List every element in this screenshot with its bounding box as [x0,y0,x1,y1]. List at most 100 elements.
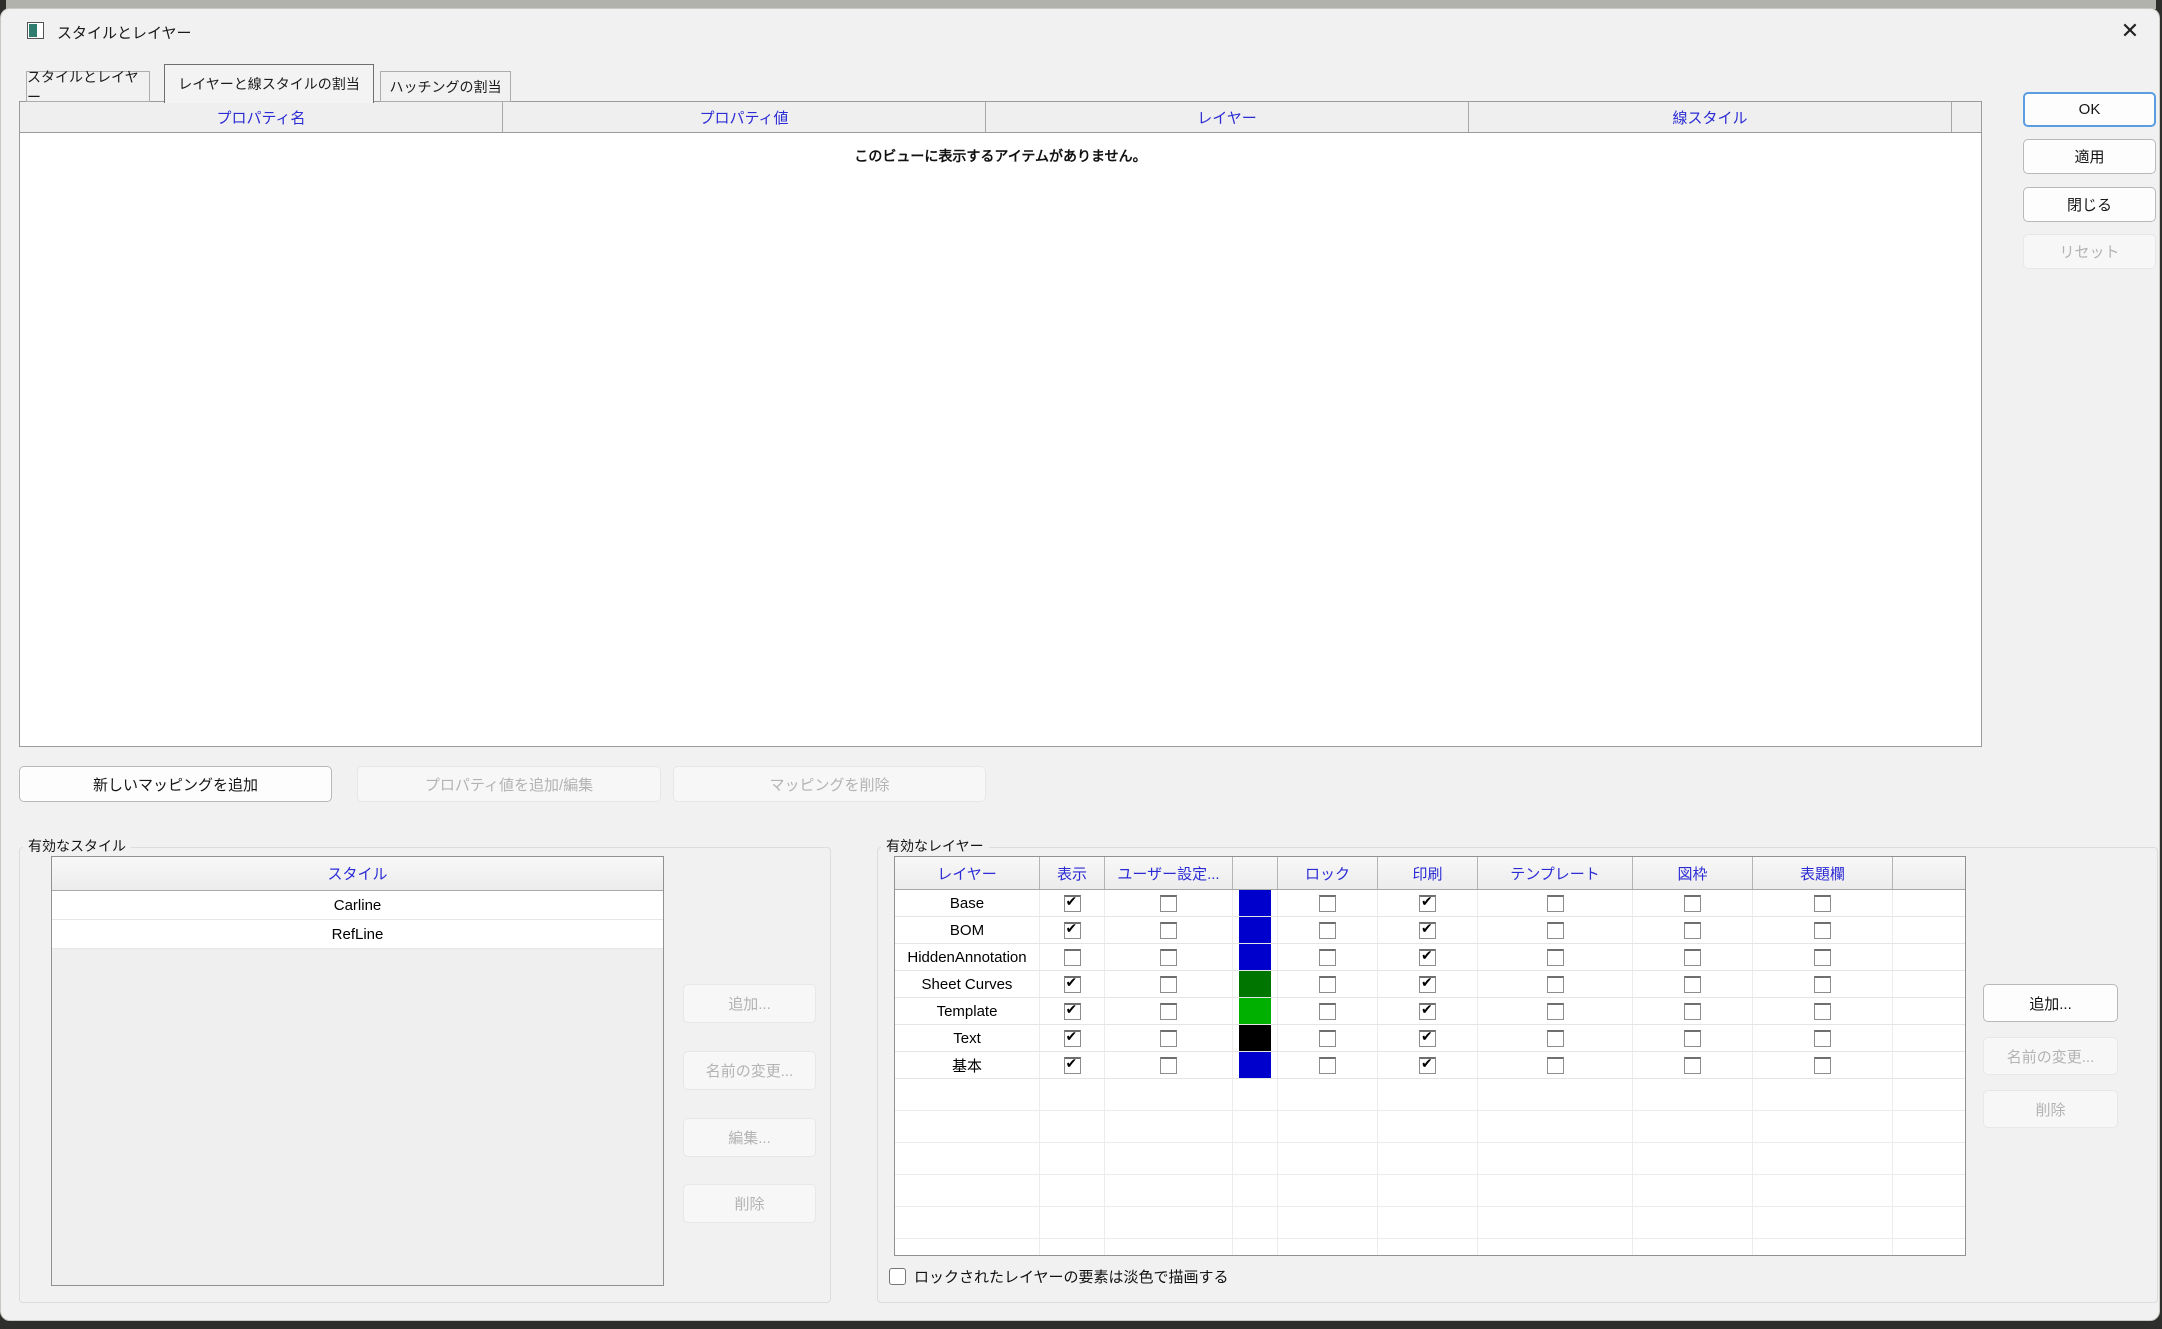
column-header-layer[interactable]: レイヤー [986,102,1469,132]
layer-visible-checkbox[interactable] [1064,976,1081,993]
column-header-property-value[interactable]: プロパティ値 [503,102,986,132]
layer-row[interactable]: Template [895,998,1965,1025]
layer-frame-checkbox[interactable] [1684,922,1701,939]
layer-title-block-checkbox[interactable] [1814,1030,1831,1047]
column-header-linestyle[interactable]: 線スタイル [1469,102,1952,132]
layers-column-header[interactable]: 印刷 [1378,857,1478,889]
layer-row[interactable]: Sheet Curves [895,971,1965,998]
styles-column-header[interactable]: スタイル [52,857,663,891]
layer-name: Text [895,1025,1040,1051]
layer-frame-checkbox[interactable] [1684,1003,1701,1020]
tab-hatching-assignment[interactable]: ハッチングの割当 [380,71,511,102]
layer-user-setting-checkbox[interactable] [1160,1003,1177,1020]
layer-frame-checkbox[interactable] [1684,976,1701,993]
layer-title-block-checkbox[interactable] [1814,976,1831,993]
layer-lock-checkbox[interactable] [1319,976,1336,993]
layer-row[interactable]: 基本 [895,1052,1965,1079]
layer-color-swatch[interactable] [1239,944,1271,970]
layer-visible-checkbox[interactable] [1064,1057,1081,1074]
layer-lock-checkbox[interactable] [1319,1057,1336,1074]
layer-user-setting-checkbox[interactable] [1160,976,1177,993]
layer-title-block-cell [1753,971,1893,997]
close-button[interactable]: 閉じる [2023,187,2156,222]
layer-print-checkbox[interactable] [1419,976,1436,993]
layer-visible-checkbox[interactable] [1064,922,1081,939]
layer-user-setting-checkbox[interactable] [1160,1057,1177,1074]
layer-color-swatch[interactable] [1239,1052,1271,1078]
layer-user-setting-checkbox[interactable] [1160,922,1177,939]
layers-column-header[interactable]: 図枠 [1633,857,1753,889]
layer-visible-checkbox[interactable] [1064,1030,1081,1047]
layer-visible-checkbox[interactable] [1064,895,1081,912]
layer-print-checkbox[interactable] [1419,1057,1436,1074]
layer-print-checkbox[interactable] [1419,895,1436,912]
layers-column-header[interactable]: ユーザー設定... [1105,857,1233,889]
layer-visible-checkbox[interactable] [1064,1003,1081,1020]
layer-title-block-checkbox[interactable] [1814,895,1831,912]
layer-title-block-checkbox[interactable] [1814,1003,1831,1020]
layer-template-checkbox[interactable] [1547,949,1564,966]
layer-visible-checkbox[interactable] [1064,949,1081,966]
column-header-property-name[interactable]: プロパティ名 [20,102,503,132]
layers-column-header[interactable] [1233,857,1278,889]
layer-frame-checkbox[interactable] [1684,949,1701,966]
layer-add-button[interactable]: 追加... [1983,984,2118,1022]
layer-frame-checkbox[interactable] [1684,895,1701,912]
layer-template-checkbox[interactable] [1547,1003,1564,1020]
layer-lock-checkbox[interactable] [1319,895,1336,912]
layer-color-cell [1233,917,1278,943]
layer-template-checkbox[interactable] [1547,895,1564,912]
ok-button[interactable]: OK [2023,92,2156,127]
layer-row[interactable]: BOM [895,917,1965,944]
layer-frame-cell [1633,917,1753,943]
layer-color-swatch[interactable] [1239,971,1271,997]
layer-color-cell [1233,1052,1278,1078]
layer-color-swatch[interactable] [1239,1025,1271,1051]
layer-template-checkbox[interactable] [1547,1030,1564,1047]
layer-lock-checkbox[interactable] [1319,1030,1336,1047]
layer-print-cell [1378,1025,1478,1051]
tab-layer-linestyle-assignment[interactable]: レイヤーと線スタイルの割当 [164,64,374,103]
layer-lock-cell [1278,917,1378,943]
layer-color-swatch[interactable] [1239,890,1271,916]
layer-lock-checkbox[interactable] [1319,949,1336,966]
layer-lock-checkbox[interactable] [1319,922,1336,939]
add-mapping-button[interactable]: 新しいマッピングを追加 [19,766,332,802]
layer-print-checkbox[interactable] [1419,1003,1436,1020]
layer-user-setting-checkbox[interactable] [1160,1030,1177,1047]
layer-color-swatch[interactable] [1239,998,1271,1024]
layer-template-checkbox[interactable] [1547,976,1564,993]
layer-row[interactable]: HiddenAnnotation [895,944,1965,971]
layer-frame-checkbox[interactable] [1684,1057,1701,1074]
layer-print-cell [1378,917,1478,943]
layer-template-checkbox[interactable] [1547,922,1564,939]
layer-template-checkbox[interactable] [1547,1057,1564,1074]
apply-button[interactable]: 適用 [2023,139,2156,174]
layers-table-header: レイヤー表示ユーザー設定... ロック印刷テンプレート図枠表題欄 [895,857,1965,890]
layers-column-header[interactable]: 表示 [1040,857,1105,889]
layer-user-setting-checkbox[interactable] [1160,949,1177,966]
layer-visible-cell [1040,971,1105,997]
style-row[interactable]: Carline [52,891,663,920]
layer-user-setting-checkbox[interactable] [1160,895,1177,912]
style-row[interactable]: RefLine [52,920,663,949]
layers-column-header[interactable]: テンプレート [1478,857,1633,889]
layers-column-header[interactable]: 表題欄 [1753,857,1893,889]
layer-print-checkbox[interactable] [1419,922,1436,939]
layer-title-block-checkbox[interactable] [1814,922,1831,939]
layers-column-header[interactable]: ロック [1278,857,1378,889]
layer-row[interactable]: Base [895,890,1965,917]
layers-column-header[interactable]: レイヤー [895,857,1040,889]
layer-print-checkbox[interactable] [1419,1030,1436,1047]
layer-color-swatch[interactable] [1239,917,1271,943]
layer-print-checkbox[interactable] [1419,949,1436,966]
layer-row[interactable]: Text [895,1025,1965,1052]
locked-layers-dim-checkbox[interactable] [889,1268,906,1285]
layer-rename-button: 名前の変更... [1983,1037,2118,1075]
layer-title-block-checkbox[interactable] [1814,1057,1831,1074]
close-icon[interactable]: ✕ [2109,13,2151,49]
layer-frame-checkbox[interactable] [1684,1030,1701,1047]
layer-lock-checkbox[interactable] [1319,1003,1336,1020]
layer-title-block-checkbox[interactable] [1814,949,1831,966]
tab-styles-and-layers[interactable]: スタイルとレイヤー [26,71,150,102]
